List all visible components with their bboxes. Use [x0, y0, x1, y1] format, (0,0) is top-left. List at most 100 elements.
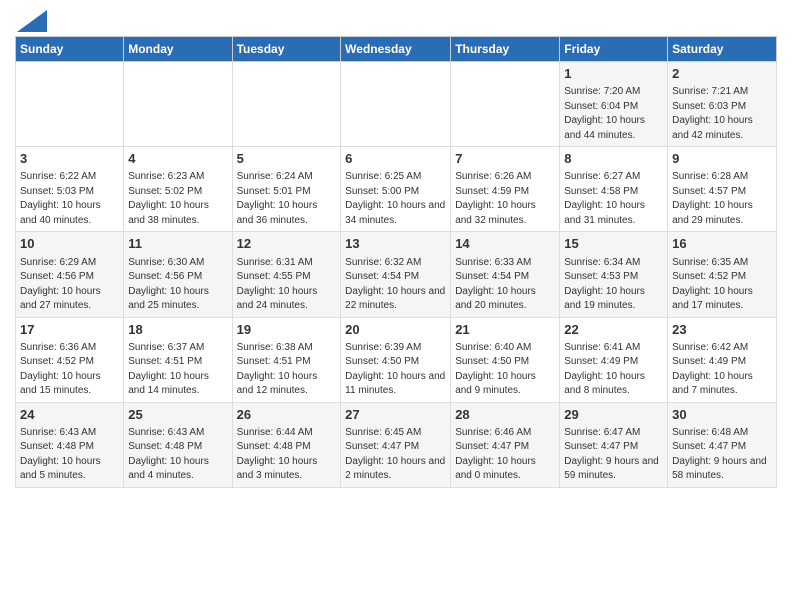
day-info: Sunrise: 6:23 AM Sunset: 5:02 PM Dayligh… [128, 170, 227, 228]
calendar-cell: 6 Sunrise: 6:25 AM Sunset: 5:00 PM Daylig… [341, 147, 451, 232]
calendar-header-row: SundayMondayTuesdayWednesdayThursdayFrid… [16, 37, 777, 62]
day-info: Sunrise: 7:21 AM Sunset: 6:03 PM Dayligh… [672, 85, 772, 143]
calendar-cell: 3 Sunrise: 6:22 AM Sunset: 5:03 PM Daylig… [16, 147, 124, 232]
day-number: 1 [564, 65, 663, 83]
calendar-cell: 20 Sunrise: 6:39 AM Sunset: 4:50 PM Dayli… [341, 317, 451, 402]
day-info: Sunrise: 6:45 AM Sunset: 4:47 PM Dayligh… [345, 426, 446, 484]
calendar-header-monday: Monday [124, 37, 232, 62]
calendar-week-row: 17 Sunrise: 6:36 AM Sunset: 4:52 PM Dayli… [16, 317, 777, 402]
calendar-header-wednesday: Wednesday [341, 37, 451, 62]
day-number: 23 [672, 321, 772, 339]
calendar-cell [124, 62, 232, 147]
day-number: 25 [128, 406, 227, 424]
logo [15, 14, 47, 28]
day-info: Sunrise: 6:31 AM Sunset: 4:55 PM Dayligh… [237, 256, 337, 314]
day-info: Sunrise: 6:41 AM Sunset: 4:49 PM Dayligh… [564, 341, 663, 399]
calendar-cell [451, 62, 560, 147]
day-info: Sunrise: 6:34 AM Sunset: 4:53 PM Dayligh… [564, 256, 663, 314]
day-info: Sunrise: 6:44 AM Sunset: 4:48 PM Dayligh… [237, 426, 337, 484]
calendar-header-friday: Friday [560, 37, 668, 62]
calendar-header-thursday: Thursday [451, 37, 560, 62]
logo-icon [17, 10, 47, 32]
day-number: 3 [20, 150, 119, 168]
day-info: Sunrise: 6:48 AM Sunset: 4:47 PM Dayligh… [672, 426, 772, 484]
day-number: 7 [455, 150, 555, 168]
day-number: 2 [672, 65, 772, 83]
day-number: 11 [128, 235, 227, 253]
day-number: 21 [455, 321, 555, 339]
day-number: 24 [20, 406, 119, 424]
calendar-header-sunday: Sunday [16, 37, 124, 62]
day-number: 28 [455, 406, 555, 424]
day-number: 22 [564, 321, 663, 339]
day-number: 10 [20, 235, 119, 253]
day-number: 15 [564, 235, 663, 253]
calendar-cell: 23 Sunrise: 6:42 AM Sunset: 4:49 PM Dayli… [668, 317, 777, 402]
calendar-cell: 12 Sunrise: 6:31 AM Sunset: 4:55 PM Dayli… [232, 232, 341, 317]
calendar-cell: 4Sunrise: 6:23 AM Sunset: 5:02 PM Daylig… [124, 147, 232, 232]
day-number: 30 [672, 406, 772, 424]
day-info: Sunrise: 6:39 AM Sunset: 4:50 PM Dayligh… [345, 341, 446, 399]
day-info: Sunrise: 6:40 AM Sunset: 4:50 PM Dayligh… [455, 341, 555, 399]
day-number: 18 [128, 321, 227, 339]
day-info: Sunrise: 6:30 AM Sunset: 4:56 PM Dayligh… [128, 256, 227, 314]
day-number: 27 [345, 406, 446, 424]
calendar-cell: 25 Sunrise: 6:43 AM Sunset: 4:48 PM Dayli… [124, 402, 232, 487]
calendar-table: SundayMondayTuesdayWednesdayThursdayFrid… [15, 36, 777, 488]
calendar-cell: 18 Sunrise: 6:37 AM Sunset: 4:51 PM Dayli… [124, 317, 232, 402]
calendar-cell: 19 Sunrise: 6:38 AM Sunset: 4:51 PM Dayli… [232, 317, 341, 402]
day-number: 14 [455, 235, 555, 253]
day-info: Sunrise: 6:43 AM Sunset: 4:48 PM Dayligh… [128, 426, 227, 484]
day-info: Sunrise: 6:46 AM Sunset: 4:47 PM Dayligh… [455, 426, 555, 484]
calendar-cell [232, 62, 341, 147]
day-number: 26 [237, 406, 337, 424]
day-info: Sunrise: 6:37 AM Sunset: 4:51 PM Dayligh… [128, 341, 227, 399]
day-info: Sunrise: 6:22 AM Sunset: 5:03 PM Dayligh… [20, 170, 119, 228]
calendar-cell: 26 Sunrise: 6:44 AM Sunset: 4:48 PM Dayli… [232, 402, 341, 487]
calendar-cell: 30 Sunrise: 6:48 AM Sunset: 4:47 PM Dayli… [668, 402, 777, 487]
day-info: Sunrise: 6:26 AM Sunset: 4:59 PM Dayligh… [455, 170, 555, 228]
day-number: 13 [345, 235, 446, 253]
day-info: Sunrise: 6:38 AM Sunset: 4:51 PM Dayligh… [237, 341, 337, 399]
calendar-cell: 22 Sunrise: 6:41 AM Sunset: 4:49 PM Dayli… [560, 317, 668, 402]
calendar-week-row: 24 Sunrise: 6:43 AM Sunset: 4:48 PM Dayli… [16, 402, 777, 487]
day-number: 9 [672, 150, 772, 168]
calendar-cell: 27 Sunrise: 6:45 AM Sunset: 4:47 PM Dayli… [341, 402, 451, 487]
day-number: 12 [237, 235, 337, 253]
calendar-cell [16, 62, 124, 147]
day-number: 19 [237, 321, 337, 339]
day-info: Sunrise: 6:25 AM Sunset: 5:00 PM Dayligh… [345, 170, 446, 228]
day-info: Sunrise: 7:20 AM Sunset: 6:04 PM Dayligh… [564, 85, 663, 143]
day-number: 8 [564, 150, 663, 168]
day-number: 16 [672, 235, 772, 253]
calendar-cell: 28 Sunrise: 6:46 AM Sunset: 4:47 PM Dayli… [451, 402, 560, 487]
calendar-cell: 5 Sunrise: 6:24 AM Sunset: 5:01 PM Daylig… [232, 147, 341, 232]
day-info: Sunrise: 6:24 AM Sunset: 5:01 PM Dayligh… [237, 170, 337, 228]
calendar-header-saturday: Saturday [668, 37, 777, 62]
calendar-cell: 8Sunrise: 6:27 AM Sunset: 4:58 PM Daylig… [560, 147, 668, 232]
calendar-cell: 11 Sunrise: 6:30 AM Sunset: 4:56 PM Dayli… [124, 232, 232, 317]
day-number: 6 [345, 150, 446, 168]
header [15, 10, 777, 28]
day-info: Sunrise: 6:35 AM Sunset: 4:52 PM Dayligh… [672, 256, 772, 314]
calendar-cell: 29Sunrise: 6:47 AM Sunset: 4:47 PM Dayli… [560, 402, 668, 487]
day-info: Sunrise: 6:32 AM Sunset: 4:54 PM Dayligh… [345, 256, 446, 314]
day-info: Sunrise: 6:43 AM Sunset: 4:48 PM Dayligh… [20, 426, 119, 484]
calendar-cell: 24 Sunrise: 6:43 AM Sunset: 4:48 PM Dayli… [16, 402, 124, 487]
day-info: Sunrise: 6:33 AM Sunset: 4:54 PM Dayligh… [455, 256, 555, 314]
calendar-week-row: 1 Sunrise: 7:20 AM Sunset: 6:04 PM Daylig… [16, 62, 777, 147]
day-number: 17 [20, 321, 119, 339]
calendar-cell: 17 Sunrise: 6:36 AM Sunset: 4:52 PM Dayli… [16, 317, 124, 402]
calendar-cell: 1 Sunrise: 7:20 AM Sunset: 6:04 PM Daylig… [560, 62, 668, 147]
day-number: 20 [345, 321, 446, 339]
calendar-header-tuesday: Tuesday [232, 37, 341, 62]
calendar-cell: 7 Sunrise: 6:26 AM Sunset: 4:59 PM Daylig… [451, 147, 560, 232]
page: SundayMondayTuesdayWednesdayThursdayFrid… [0, 0, 792, 503]
day-number: 5 [237, 150, 337, 168]
day-info: Sunrise: 6:47 AM Sunset: 4:47 PM Dayligh… [564, 426, 663, 484]
day-info: Sunrise: 6:36 AM Sunset: 4:52 PM Dayligh… [20, 341, 119, 399]
day-info: Sunrise: 6:42 AM Sunset: 4:49 PM Dayligh… [672, 341, 772, 399]
calendar-cell: 15 Sunrise: 6:34 AM Sunset: 4:53 PM Dayli… [560, 232, 668, 317]
day-info: Sunrise: 6:29 AM Sunset: 4:56 PM Dayligh… [20, 256, 119, 314]
calendar-week-row: 3 Sunrise: 6:22 AM Sunset: 5:03 PM Daylig… [16, 147, 777, 232]
